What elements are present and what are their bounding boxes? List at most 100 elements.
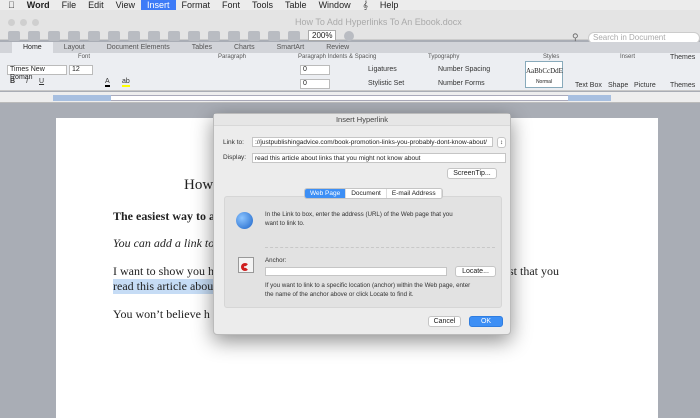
tab-charts[interactable]: Charts [223,42,266,53]
templates-icon[interactable] [28,30,40,41]
ribbon-tabs: Home Layout Document Elements Tables Cha… [0,42,700,53]
ruler[interactable] [0,92,700,103]
copy-icon[interactable] [128,30,140,41]
new-icon[interactable] [8,30,20,41]
doc-para-3: I want to show you h [113,264,214,278]
globe-icon [236,212,253,229]
dialog-title: Insert Hyperlink [214,114,510,126]
gallery-icon[interactable] [268,30,280,41]
tab-review[interactable]: Review [315,42,360,53]
menu-bar:  Word File Edit View Insert Format Font… [0,0,700,10]
group-typography-label: Typography [428,54,460,60]
group-paragraph-label: Paragraph [218,54,247,60]
stylistic-set-button[interactable]: Stylistic Set [368,80,404,87]
tab-email-address[interactable]: E-mail Address [387,189,442,198]
menu-help[interactable]: Help [374,0,405,10]
menu-tools[interactable]: Tools [246,0,279,10]
text-box-button[interactable]: Text Box [575,82,602,89]
group-indents-label: Paragraph Indents & Spacing [298,54,377,60]
anchor-icon [238,257,254,273]
indent-left-input[interactable]: 0 [300,65,330,75]
bold-button[interactable]: B [10,78,15,85]
font-color-button[interactable]: A [105,78,110,87]
anchor-label: Anchor: [265,257,287,264]
pilcrow-icon[interactable] [228,30,240,41]
doc-title: How [184,177,214,193]
menu-edit[interactable]: Edit [82,0,110,10]
font-size-select[interactable]: 12 [69,65,93,75]
menu-format[interactable]: Format [176,0,217,10]
link-stepper-icon[interactable]: ↕ [497,137,506,148]
tab-layout[interactable]: Layout [53,42,96,53]
shape-button[interactable]: Shape [608,82,628,89]
link-to-label: Link to: [223,139,244,146]
tab-smartart[interactable]: SmartArt [266,42,316,53]
web-page-panel: In the Link to box, enter the address (U… [224,196,502,308]
window-titlebar: How To Add Hyperlinks To An Ebook.docx 2… [0,10,700,44]
open-icon[interactable] [48,30,60,41]
tab-tables[interactable]: Tables [181,42,223,53]
doc-para-2: You can add a link to [113,236,215,250]
minimize-icon[interactable] [20,19,27,26]
tab-web-page[interactable]: Web Page [305,189,347,198]
ligatures-button[interactable]: Ligatures [368,66,397,73]
save-icon[interactable] [68,30,80,41]
doc-para-1: The easiest way to a [113,209,215,223]
screentip-button[interactable]: ScreenTip... [447,168,497,179]
group-themes-label: Themes [670,54,696,61]
doc-para-3-end: st that you [509,264,559,278]
locate-button[interactable]: Locate... [455,266,496,277]
apple-icon[interactable]:  [0,0,21,10]
close-icon[interactable] [8,19,15,26]
insert-hyperlink-dialog: Insert Hyperlink Link to: ://justpublish… [213,113,511,335]
menu-table[interactable]: Table [279,0,313,10]
redo-icon[interactable] [208,30,220,41]
paste-icon[interactable] [148,30,160,41]
anchor-help: If you want to link to a specific locati… [265,282,471,298]
number-forms-button[interactable]: Number Forms [438,80,485,87]
print-icon[interactable] [88,30,100,41]
cancel-button[interactable]: Cancel [428,316,461,327]
group-font-label: Font [78,54,91,60]
group-styles-label: Styles [543,54,560,60]
menu-file[interactable]: File [56,0,83,10]
cut-icon[interactable] [108,30,120,41]
menu-word[interactable]: Word [21,0,56,10]
menu-window[interactable]: Window [313,0,357,10]
display-label: Display: [223,154,247,161]
tab-home[interactable]: Home [12,42,53,53]
doc-para-4: You won’t believe h [113,307,210,321]
web-page-help: In the Link to box, enter the address (U… [265,211,453,227]
anchor-input[interactable] [265,267,447,276]
quick-toolbar: 200% [8,30,355,41]
tab-document-elements[interactable]: Document Elements [96,42,181,53]
menu-insert[interactable]: Insert [140,0,176,10]
font-name-select[interactable]: Times New Roman [7,65,67,81]
selected-text[interactable]: read this article abou [113,279,214,294]
highlight-button[interactable]: ab [122,78,130,87]
style-normal[interactable]: AaBbCcDdE Normal [525,61,563,88]
window-controls[interactable] [8,19,39,26]
menu-font[interactable]: Font [216,0,246,10]
toolbox-icon[interactable] [288,30,300,41]
spacing-before-input[interactable]: 0 [300,79,330,89]
zoom-select[interactable]: 200% [308,30,337,41]
script-icon[interactable]: 𝄞 [357,0,374,10]
undo-icon[interactable] [188,30,200,41]
document-title: How To Add Hyperlinks To An Ebook.docx [295,17,462,27]
number-spacing-button[interactable]: Number Spacing [438,66,490,73]
picture-button[interactable]: Picture [634,82,656,89]
underline-button[interactable]: U [39,78,44,85]
link-to-input[interactable]: ://justpublishingadvice.com/book-promoti… [252,137,493,147]
menu-view[interactable]: View [110,0,141,10]
help-icon[interactable] [344,30,355,41]
sidebar-icon[interactable] [248,30,260,41]
zoom-icon[interactable] [32,19,39,26]
themes-button[interactable]: Themes [670,82,695,89]
tab-document[interactable]: Document [346,189,387,198]
italic-button[interactable]: I [26,78,28,85]
format-painter-icon[interactable] [168,30,180,41]
group-insert-label: Insert [620,54,636,60]
display-input[interactable]: read this article about links that you m… [252,153,506,163]
ok-button[interactable]: OK [469,316,503,327]
